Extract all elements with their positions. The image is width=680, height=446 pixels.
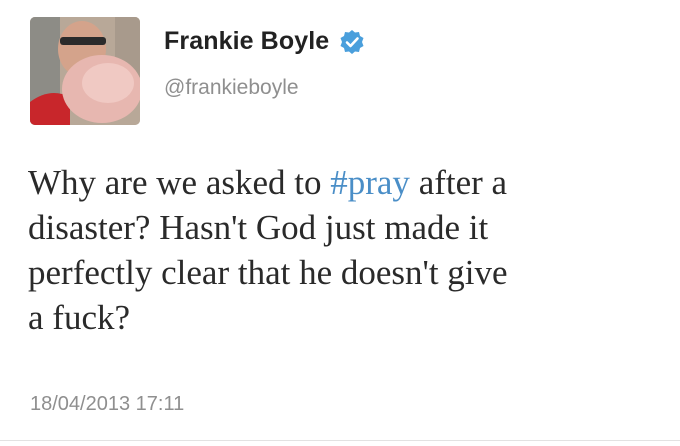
divider [0, 440, 680, 441]
avatar[interactable] [30, 17, 140, 125]
tweet-text-start: Why are we asked to [28, 163, 331, 202]
user-handle[interactable]: @frankieboyle [164, 76, 299, 100]
avatar-photo-icon [30, 17, 140, 125]
tweet-card: Frankie Boyle @frankieboyle Why are we a… [0, 0, 680, 446]
hashtag-link[interactable]: #pray [330, 163, 410, 202]
verified-badge-icon [339, 29, 365, 55]
display-name[interactable]: Frankie Boyle [164, 27, 329, 56]
tweet-text: Why are we asked to #pray after a disast… [28, 160, 658, 340]
author-name-row: Frankie Boyle [164, 27, 365, 56]
tweet-timestamp[interactable]: 18/04/2013 17:11 [30, 393, 184, 416]
